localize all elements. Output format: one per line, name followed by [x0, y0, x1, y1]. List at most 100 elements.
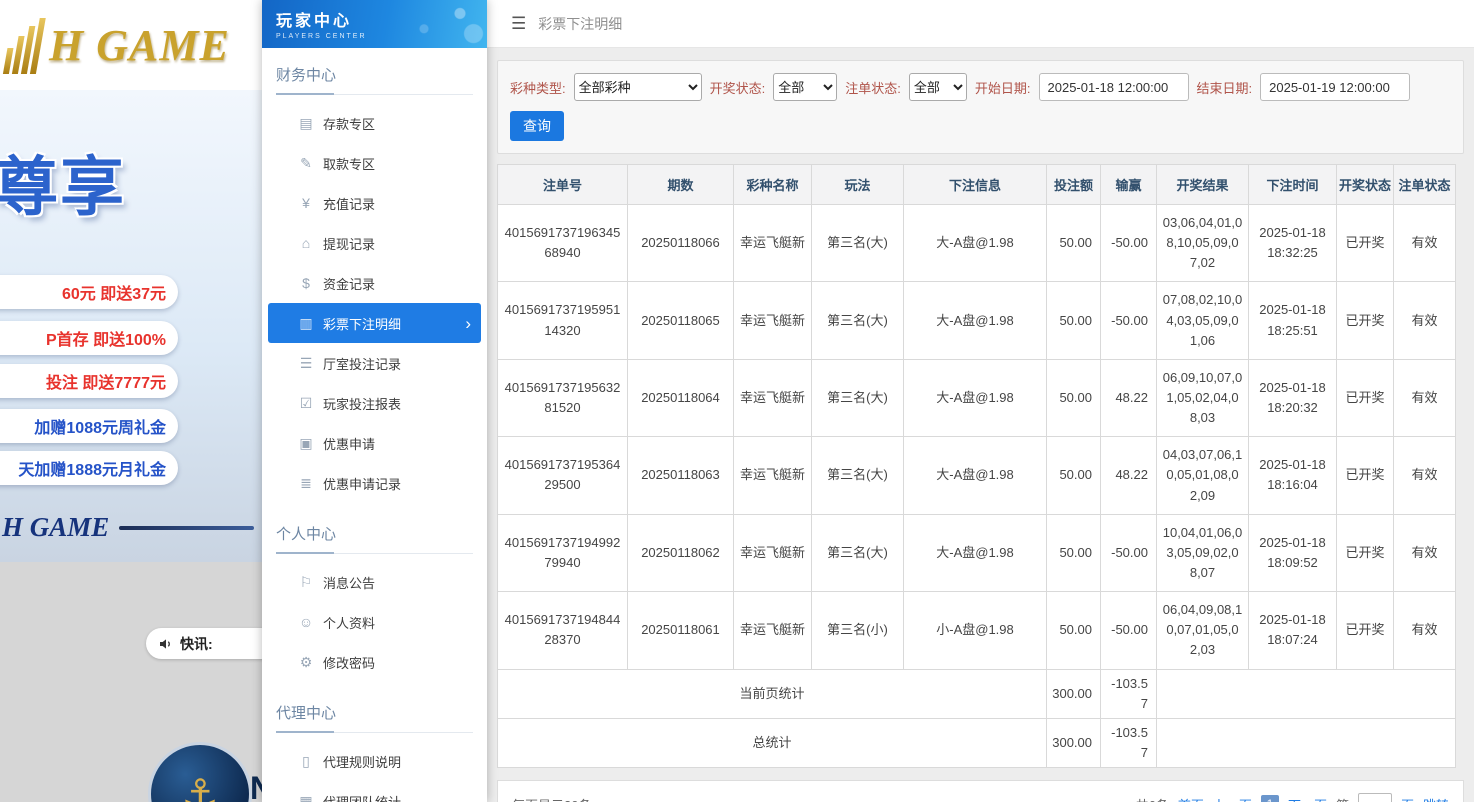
sidebar-item-change-password[interactable]: ⚙ 修改密码 [268, 642, 481, 682]
player-bet-report-icon: ☑ [299, 394, 313, 411]
logo-bars-icon [2, 16, 46, 74]
table-cell: 401569173719595114320 [497, 281, 628, 360]
end-date-label: 结束日期: [1196, 80, 1253, 96]
table-cell: 50.00 [1046, 358, 1101, 438]
promo-apply-records-icon: ≣ [300, 474, 312, 491]
table-cell: 有效 [1393, 358, 1456, 438]
table-cell: 有效 [1393, 281, 1456, 360]
sidebar-section-title: 个人中心 [276, 523, 473, 554]
summary-empty [1156, 668, 1456, 719]
column-header: 投注额 [1046, 164, 1101, 205]
table-cell: 有效 [1393, 591, 1456, 670]
bottom-logo: ⚓ [148, 742, 252, 802]
site-logo[interactable]: H GAME [49, 20, 230, 71]
sidebar-item-promo-apply-records[interactable]: ≣ 优惠申请记录 [268, 463, 481, 503]
content: 彩种类型: 全部彩种 开奖状态: 全部 注单状态: 全部 开始日期: 结束日期: [487, 48, 1474, 802]
current-page-badge[interactable]: 1 [1260, 795, 1279, 802]
sidebar-item-label: 修改密码 [323, 655, 376, 671]
sidebar-item-label: 提现记录 [323, 236, 376, 252]
sidebar-item-lottery-bet-detail[interactable]: ▥ 彩票下注明细 › [268, 303, 481, 343]
lottery-type-select[interactable]: 全部彩种 [573, 73, 702, 101]
table-cell: 401569173719634568940 [497, 203, 628, 283]
column-header: 注单状态 [1393, 164, 1456, 205]
draw-status-select[interactable]: 全部 [773, 73, 838, 101]
start-date-input[interactable] [1038, 73, 1189, 101]
table-cell: 50.00 [1046, 203, 1101, 283]
sidebar-item-hall-bet-records[interactable]: ☰ 厅室投注记录 [268, 343, 481, 383]
table-cell: 幸运飞艇新 [733, 591, 812, 670]
table-cell: 20250118062 [627, 513, 734, 593]
sidebar-item-profile[interactable]: ☺ 个人资料 [268, 602, 481, 642]
cashout-records-icon: ⌂ [301, 235, 311, 251]
table-row: 401569173719634568940 20250118066 幸运飞艇新 第三名… [497, 203, 1456, 283]
table-cell: 20250118066 [627, 203, 734, 283]
table-cell: 已开奖 [1336, 513, 1394, 593]
table-cell: 大-A盘@1.98 [903, 436, 1047, 515]
sidebar-item-label: 玩家投注报表 [323, 396, 402, 412]
table-row: 401569173719595114320 20250118065 幸运飞艇新 第三名… [497, 281, 1456, 360]
sidebar-item-label: 个人资料 [323, 615, 376, 631]
agent-team-stats-icon: ▦ [299, 792, 313, 802]
bet-status-select[interactable]: 全部 [908, 73, 967, 101]
table-cell: 已开奖 [1336, 203, 1394, 283]
table-cell: 有效 [1393, 203, 1456, 283]
prev-page-link[interactable]: 上一页 [1213, 795, 1252, 802]
table-row: 401569173719499279940 20250118062 幸运飞艇新 第三名… [497, 513, 1456, 593]
table-cell: 50.00 [1046, 436, 1101, 515]
sidebar-item-cashout-records[interactable]: ⌂ 提现记录 [268, 223, 481, 263]
sidebar-item-label: 代理团队统计 [323, 794, 402, 802]
sidebar-item-announcements[interactable]: ⚐ 消息公告 [268, 562, 481, 602]
end-date-input[interactable] [1260, 73, 1411, 101]
sidebar-item-agent-rules[interactable]: ▯ 代理规则说明 [268, 741, 481, 781]
sidebar-item-label: 资金记录 [323, 276, 376, 292]
promo-brand: H GAME [0, 512, 262, 543]
table-cell: 50.00 [1046, 513, 1101, 593]
sidebar-item-label: 厅室投注记录 [323, 356, 402, 372]
table-cell: 大-A盘@1.98 [903, 513, 1047, 593]
query-button[interactable]: 查询 [510, 111, 564, 141]
table-cell: 幸运飞艇新 [733, 513, 812, 593]
app-root: H GAME 尊享 60元 即送37元 P首存 即送100% 投注 即送7777… [0, 0, 1474, 802]
menu-icon[interactable]: ☰ [511, 14, 526, 34]
sidebar-item-deposit[interactable]: ▤ 存款专区 [268, 103, 481, 143]
table-cell: 已开奖 [1336, 591, 1394, 670]
sidebar-item-label: 取款专区 [323, 156, 376, 172]
sidebar-item-label: 代理规则说明 [323, 754, 402, 770]
table-cell: -50.00 [1100, 203, 1157, 283]
sidebar-item-recharge-records[interactable]: ¥ 充值记录 [268, 183, 481, 223]
sidebar-subtitle: PLAYERS CENTER [276, 33, 367, 40]
sidebar-nav: 财务中心 ▤ 存款专区 ✎ 取款专区 ¥ 充值记录 ⌂ 提现记录 $ 资金记录 ▥ 彩票下注明细 › ☰ 厅室… [262, 64, 487, 802]
news-ticker[interactable]: 快讯: [146, 628, 262, 659]
sidebar-title: 玩家中心 [276, 13, 353, 30]
page-jump-input[interactable] [1357, 793, 1392, 802]
table-cell: 第三名(大) [811, 358, 904, 438]
draw-status-label: 开奖状态: [709, 80, 766, 96]
player-center-sidebar: 玩家中心 PLAYERS CENTER 财务中心 ▤ 存款专区 ✎ 取款专区 ¥ 充值记录 ⌂… [262, 0, 487, 802]
table-cell: 401569173719563281520 [497, 358, 628, 438]
table-cell: 401569173719499279940 [497, 513, 628, 593]
promo-pill: 投注 即送7777元 [0, 364, 178, 398]
total-count-label: 共6条 [1136, 795, 1169, 802]
table-cell: 401569173719536429500 [497, 436, 628, 515]
sidebar-item-player-bet-report[interactable]: ☑ 玩家投注报表 [268, 383, 481, 423]
anchor-icon: ⚓ [181, 770, 219, 802]
table-row: 401569173719563281520 20250118064 幸运飞艇新 第三名… [497, 358, 1456, 438]
table-cell: 2025-01-18 18:20:32 [1248, 358, 1337, 438]
sidebar-item-fund-records[interactable]: $ 资金记录 [268, 263, 481, 303]
first-page-link[interactable]: 首页 [1178, 795, 1204, 802]
table-cell: 已开奖 [1336, 358, 1394, 438]
summary-label: 当前页统计 [497, 668, 1047, 719]
summary-row-total: 总统计 300.00 -103.57 [497, 717, 1456, 769]
jump-button[interactable]: 跳转 [1423, 795, 1449, 802]
table-cell: 2025-01-18 18:25:51 [1248, 281, 1337, 360]
sidebar-item-withdraw[interactable]: ✎ 取款专区 [268, 143, 481, 183]
withdraw-icon: ✎ [300, 154, 312, 171]
table-row: 401569173719484428370 20250118061 幸运飞艇新 第三名… [497, 591, 1456, 670]
table-cell: 大-A盘@1.98 [903, 358, 1047, 438]
jump-label-post: 页 [1401, 795, 1414, 802]
sidebar-item-promo-apply[interactable]: ▣ 优惠申请 [268, 423, 481, 463]
site-header: H GAME [0, 0, 262, 90]
sidebar-item-agent-team-stats[interactable]: ▦ 代理团队统计 [268, 781, 481, 802]
next-page-link[interactable]: 下一页 [1288, 795, 1327, 802]
promo-pill: 加赠1088元周礼金 [0, 409, 178, 443]
